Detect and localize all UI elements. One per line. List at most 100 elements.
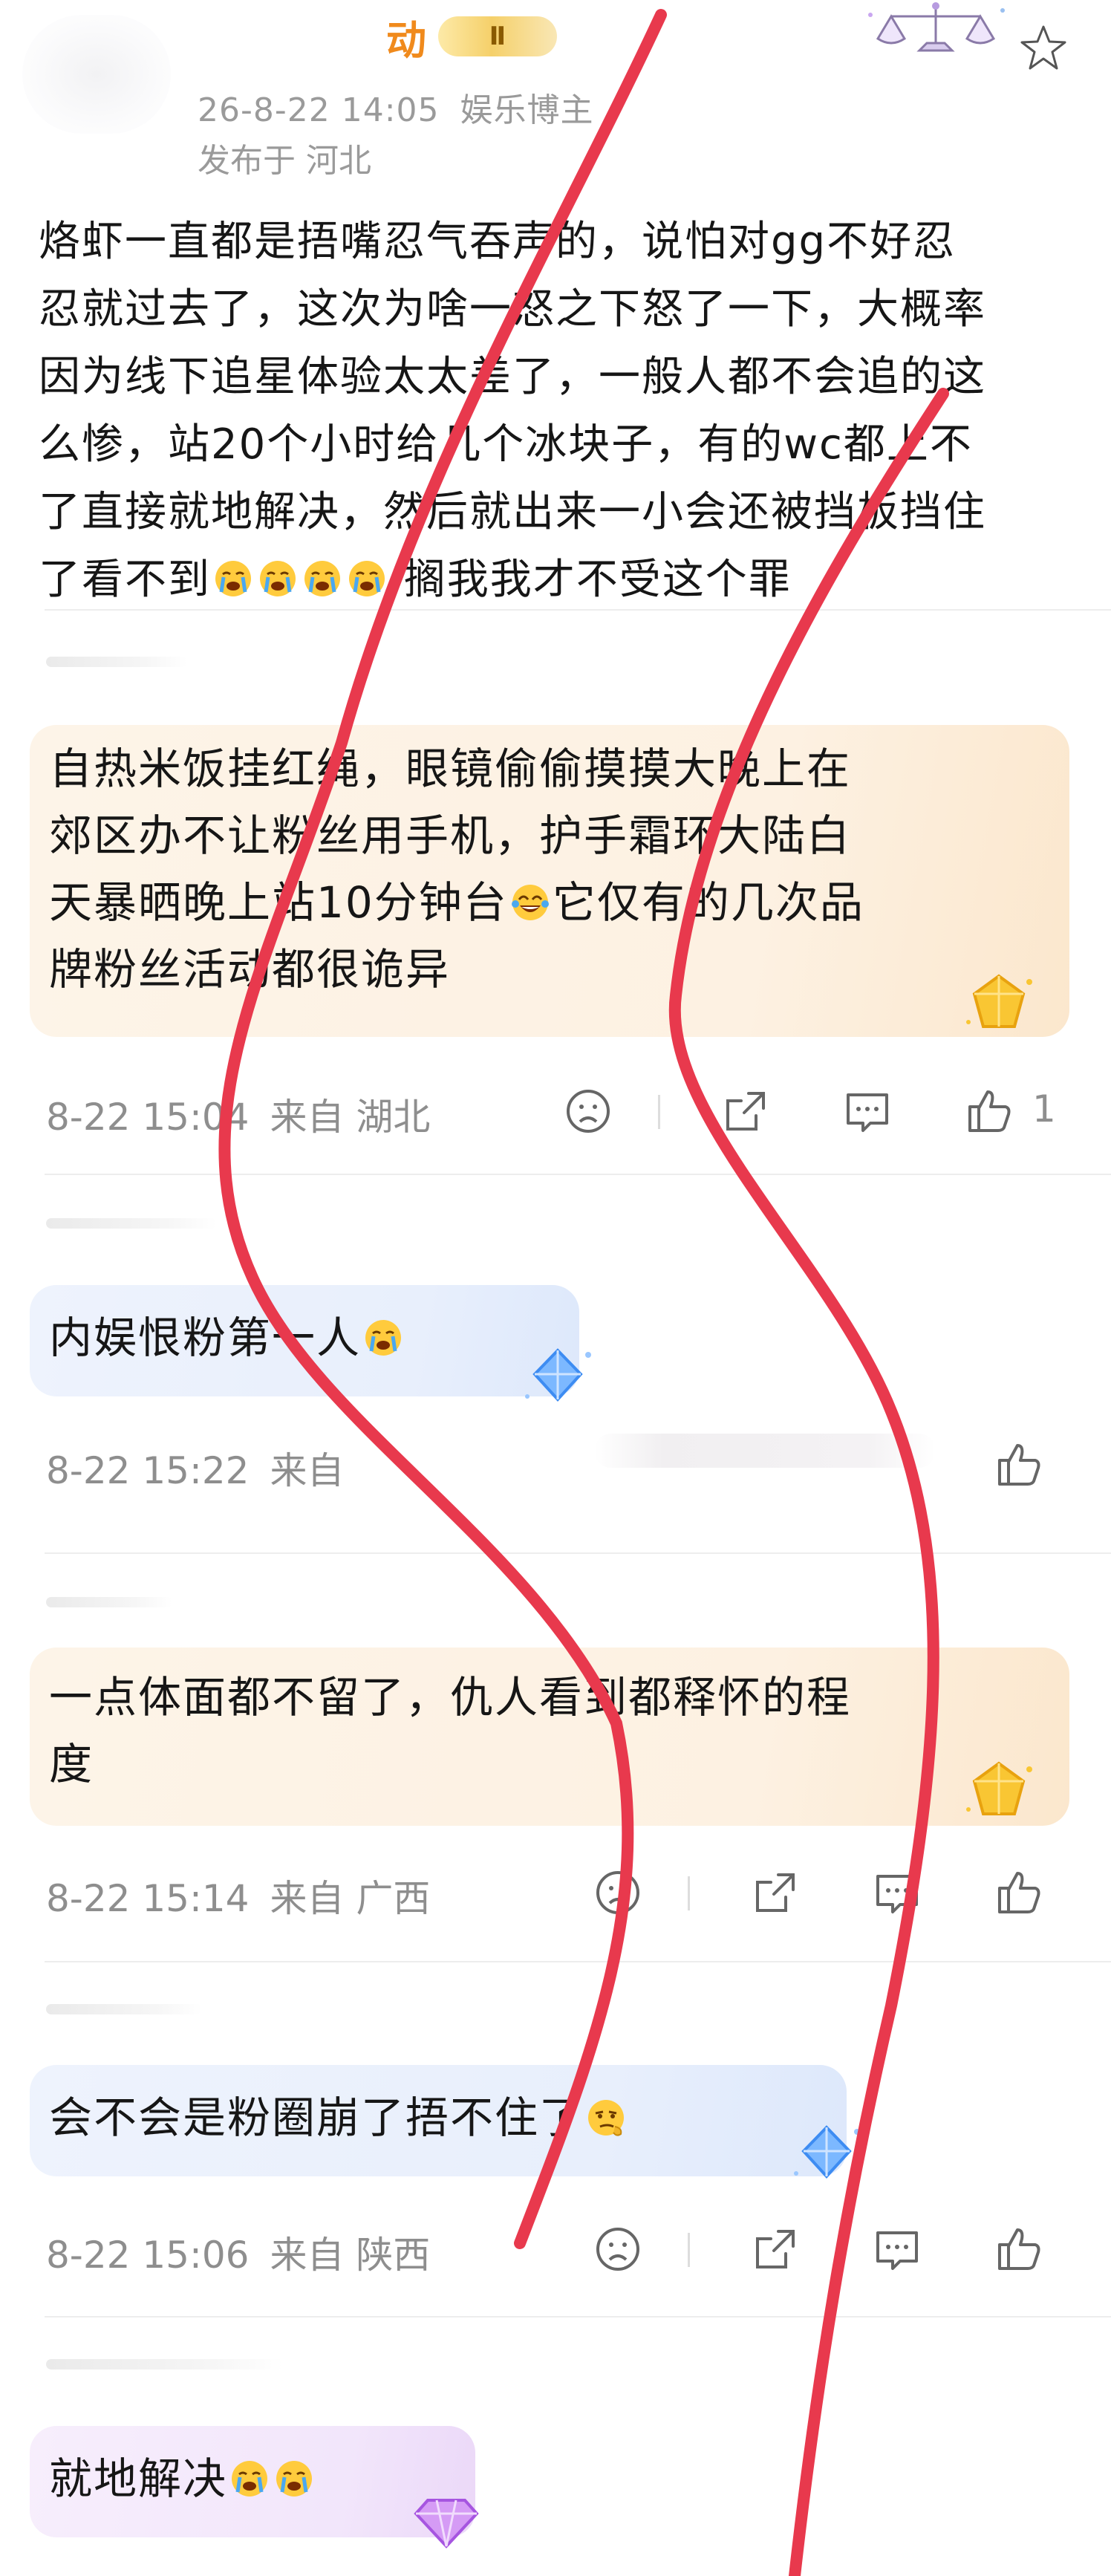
comment-item: 内娱恨粉第一人 8-22 15:22 来自: [0, 1196, 1111, 1523]
share-button[interactable]: [719, 1084, 772, 1138]
comment-time: 8-22 15:04: [46, 1096, 250, 1139]
share-icon: [756, 1873, 795, 1912]
crying-emoji-icon: [215, 561, 251, 596]
comment-time: 8-22 15:06: [46, 2234, 250, 2277]
comment-region: 广西: [356, 1877, 431, 1920]
comment-item: 一点体面都不留了，仇人看到都释怀的程 度 8-22 15:14 来自 广西: [0, 1575, 1111, 1946]
comment-icon: [876, 2231, 918, 2270]
comment-button[interactable]: [870, 1866, 924, 1919]
star-icon[interactable]: [1017, 22, 1069, 74]
comment-actions: [591, 1866, 1111, 1925]
post-line: 了直接就地解决，然后就出来一小会还被挡板挡住: [39, 488, 986, 536]
comment-username[interactable]: [46, 2359, 284, 2370]
share-button[interactable]: [749, 2222, 802, 2276]
comment-button[interactable]: [841, 1084, 894, 1138]
comment-username[interactable]: [46, 657, 187, 667]
comment-text: 内娱恨粉第一人: [49, 1313, 362, 1363]
post-line-text: 搁我我才不受这个罪: [389, 556, 792, 604]
comment-time: 8-22 15:22: [46, 1449, 250, 1492]
sad-face-button[interactable]: [591, 2222, 645, 2276]
comment-meta: 8-22 15:14 来自 广西: [46, 1869, 430, 1922]
constellation-libra-icon: [868, 2, 1005, 52]
like-button[interactable]: [962, 1084, 1016, 1138]
author-role: 娱乐博主: [460, 91, 594, 129]
crying-emoji-icon: [260, 561, 296, 596]
thumbs-up-icon: [998, 1444, 1040, 1486]
post-line: 么惨，站20个小时给几个冰块子，有的wc都上不: [39, 420, 973, 469]
comment-username[interactable]: [46, 1597, 172, 1607]
thumbs-up-icon: [968, 1090, 1011, 1132]
post-line: 了看不到 搁我我才不受这个罪: [39, 546, 1078, 614]
share-button[interactable]: [749, 1866, 802, 1919]
divider: [45, 1174, 1111, 1175]
blue-gem-badge-icon: [525, 1348, 591, 1402]
sad-face-button[interactable]: [561, 1084, 615, 1138]
comment-bubble: 自热米饭挂红绳，眼镜偷偷摸摸大晚上在 郊区办不让粉丝用手机，护手霜环大陆白 天暴…: [30, 725, 1069, 1037]
comment-bubble: 内娱恨粉第一人: [30, 1285, 579, 1396]
obscured-actions: [594, 1434, 936, 1468]
purple-gem-badge-icon: [414, 2499, 479, 2549]
crying-emoji-icon: [276, 2461, 313, 2497]
comment-icon: [847, 1093, 888, 1132]
action-separator: [658, 1095, 660, 1129]
smirk-emoji-icon: [588, 2100, 625, 2136]
like-count: 1: [1032, 1087, 1056, 1131]
post-line: 忍就过去了，这次为啥一怒之下怒了一下，大概率: [39, 285, 986, 334]
crying-emoji-icon: [365, 1320, 402, 1356]
comment-bubble: 一点体面都不留了，仇人看到都释怀的程 度: [30, 1648, 1069, 1826]
post-line: 烙虾一直都是捂嘴忍气吞声的，说怕对gg不好忍: [39, 218, 957, 266]
tears-of-joy-emoji-icon: [511, 885, 549, 920]
crying-emoji-icon: [304, 561, 340, 596]
post-body: 烙虾一直都是捂嘴忍气吞声的，说怕对gg不好忍 忍就过去了，这次为啥一怒之下怒了一…: [39, 208, 1078, 614]
comment-meta: 8-22 15:06 来自 陕西: [46, 2225, 430, 2279]
sad-face-button[interactable]: [591, 1866, 645, 1919]
crying-emoji-icon: [349, 561, 385, 596]
level-badge: Ⅱ: [438, 16, 557, 56]
comment-line-text: 它仅有的几次品: [552, 877, 864, 928]
comment-text: 会不会是粉圈崩了捂不住了: [49, 2092, 584, 2143]
comment-username[interactable]: [46, 1218, 217, 1229]
comment-line: 牌粉丝活动都很诡异: [49, 944, 451, 995]
comment-source: 来自: [270, 1877, 345, 1920]
like-button[interactable]: [992, 1438, 1046, 1492]
comment-actions: [591, 2222, 1111, 2282]
share-icon: [756, 2230, 795, 2268]
comment-region: 湖北: [356, 1096, 431, 1139]
comment-username[interactable]: [46, 2004, 202, 2014]
divider: [45, 2316, 1111, 2318]
action-separator: [688, 1876, 690, 1910]
blue-gem-badge-icon: [794, 2125, 860, 2179]
avatar[interactable]: [22, 15, 171, 134]
comment-item: 自热米饭挂红绳，眼镜偷偷摸摸大晚上在 郊区办不让粉丝用手机，护手霜环大陆白 天暴…: [0, 639, 1111, 1159]
like-button[interactable]: [992, 2222, 1046, 2276]
comment-line: 度: [49, 1739, 94, 1789]
comment-bubble: 会不会是粉圈崩了捂不住了: [30, 2065, 847, 2176]
comment-source: 来自: [270, 2234, 345, 2277]
sad-face-icon: [567, 1090, 610, 1133]
comment-line: 郊区办不让粉丝用手机，护手霜环大陆白: [49, 810, 852, 861]
post-header: 动 Ⅱ 26-8-22 14:05 娱乐博主 发布于 河北: [0, 0, 1111, 186]
author-name[interactable]: 动: [386, 7, 426, 66]
post-date: 26-8-22 14:05: [198, 91, 440, 129]
comment-line: 一点体面都不留了，仇人看到都释怀的程: [49, 1672, 852, 1723]
comment-source: 来自: [270, 1449, 345, 1492]
sad-face-icon: [596, 1871, 639, 1914]
gold-gem-badge-icon: [966, 974, 1032, 1028]
action-separator: [688, 2233, 690, 2267]
comment-actions: 1: [561, 1084, 1111, 1144]
comment-item: 就地解决: [0, 2332, 1111, 2576]
comment-meta: 8-22 15:04 来自 湖北: [46, 1087, 430, 1141]
comment-meta: 8-22 15:22 来自: [46, 1441, 344, 1494]
like-button[interactable]: [992, 1866, 1046, 1919]
comment-icon: [876, 1875, 918, 1913]
comment-item: 会不会是粉圈崩了捂不住了 8-22 15:06 来自 陕西: [0, 1983, 1111, 2310]
crying-emoji-icon: [232, 2461, 268, 2497]
post-line: 因为线下追星体验太太差了，一般人都不会追的这: [39, 353, 986, 401]
comment-button[interactable]: [870, 2222, 924, 2276]
comment-line: 自热米饭挂红绳，眼镜偷偷摸摸大晚上在: [49, 744, 852, 794]
comment-line: 天暴晒晚上站10分钟台 它仅有的几次品: [49, 869, 1050, 936]
divider: [45, 1961, 1111, 1962]
post-location: 发布于 河北: [198, 142, 371, 180]
divider: [45, 1552, 1111, 1554]
thumbs-up-icon: [998, 2228, 1040, 2270]
